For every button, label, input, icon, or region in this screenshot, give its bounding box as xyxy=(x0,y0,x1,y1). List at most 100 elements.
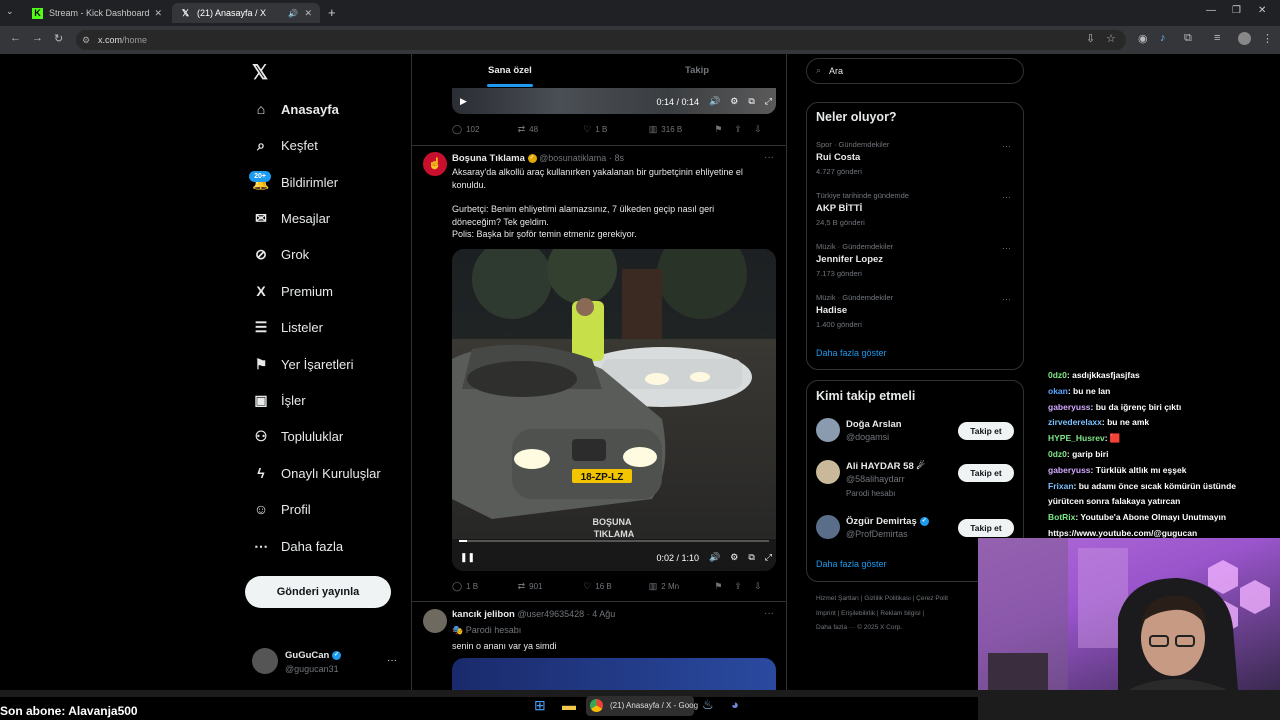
follow-show-more[interactable]: Daha fazla göster xyxy=(816,559,887,569)
tweet-handle[interactable]: @user49635428 xyxy=(517,609,584,619)
volume-icon[interactable]: 🔊 xyxy=(709,552,720,563)
trend-name[interactable]: Hadise xyxy=(816,305,847,316)
post-button[interactable]: Gönderi yayınla xyxy=(245,576,391,608)
tweet-more-icon[interactable]: ··· xyxy=(764,608,774,619)
sidebar-item-7[interactable]: ⚑ Yer İşaretleri xyxy=(252,352,354,376)
sidebar-item-12[interactable]: ⋯ Daha fazla xyxy=(252,534,343,558)
close-icon[interactable]: ✕ xyxy=(154,8,162,19)
sidebar-item-6[interactable]: ☰ Listeler xyxy=(252,315,323,339)
extension-icon[interactable]: ◉ xyxy=(1138,32,1148,45)
tab-for-you[interactable]: Sana özel xyxy=(488,65,532,76)
reload-icon[interactable]: ↻ xyxy=(54,32,63,45)
chat-username[interactable]: zirvederelaxx xyxy=(1048,417,1102,427)
pause-icon[interactable]: ❚❚ xyxy=(460,552,475,563)
sidebar-item-5[interactable]: X Premium xyxy=(252,279,333,303)
minimize-icon[interactable]: — xyxy=(1206,5,1216,16)
site-info-icon[interactable]: ⚙ xyxy=(82,30,90,50)
pip-icon[interactable]: ⧉ xyxy=(748,96,754,107)
trend-more-icon[interactable]: ··· xyxy=(1002,243,1011,253)
x-logo-icon[interactable]: 𝕏 xyxy=(252,60,268,85)
tweet-time[interactable]: · 4 Ağu xyxy=(587,609,616,619)
fullscreen-icon[interactable]: ⤢ xyxy=(765,96,772,107)
tweet-more-icon[interactable]: ··· xyxy=(764,152,774,163)
trends-show-more[interactable]: Daha fazla göster xyxy=(816,348,887,358)
follow-button[interactable]: Takip et xyxy=(958,464,1014,482)
maximize-icon[interactable]: ❐ xyxy=(1232,5,1241,16)
repost-button[interactable]: ⇄ 48 xyxy=(518,124,584,135)
follow-name[interactable]: Özgür Demirtaş ✓ xyxy=(846,516,929,527)
follow-name[interactable]: Ali HAYDAR 58 ☄ xyxy=(846,461,925,472)
footer-links-1[interactable]: Hizmet Şartları | Gizlilik Politikası | … xyxy=(816,595,948,602)
footer-links-2[interactable]: Imprint | Erişilebilirlik | Reklam bilgi… xyxy=(816,610,924,617)
trend-name[interactable]: Rui Costa xyxy=(816,152,860,163)
share-button[interactable]: ⇪ xyxy=(734,581,754,592)
file-explorer-icon[interactable]: ▬ xyxy=(562,697,576,713)
sidebar-item-0[interactable]: ⌂ Anasayfa xyxy=(252,97,339,121)
fullscreen-icon[interactable]: ⤢ xyxy=(765,552,772,563)
follow-avatar[interactable] xyxy=(816,460,840,484)
tab-following[interactable]: Takip xyxy=(685,65,709,76)
bookmark-button[interactable]: ⚑ xyxy=(714,124,734,135)
close-icon[interactable]: ✕ xyxy=(304,8,312,19)
follow-name[interactable]: Doğa Arslan xyxy=(846,419,902,430)
trend-name[interactable]: AKP BİTTİ xyxy=(816,203,862,214)
audio-icon[interactable]: ♪ xyxy=(1160,32,1166,44)
views-button[interactable]: ▥ 316 B xyxy=(649,124,715,135)
follow-avatar[interactable] xyxy=(816,418,840,442)
tab-list-icon[interactable]: ⌄ xyxy=(6,6,14,17)
profile-avatar[interactable] xyxy=(1238,32,1251,45)
pip-icon[interactable]: ⧉ xyxy=(748,552,754,563)
tweet-avatar[interactable] xyxy=(423,609,447,633)
follow-avatar[interactable] xyxy=(816,515,840,539)
steam-icon[interactable]: ♨ xyxy=(702,697,714,713)
like-button[interactable]: ♡ 16 B xyxy=(583,581,649,592)
chat-username[interactable]: BotRix xyxy=(1048,512,1075,522)
reply-button[interactable]: ◯ 1 B xyxy=(452,581,518,592)
account-name[interactable]: GuGuCan ✓ xyxy=(285,650,341,661)
kebab-icon[interactable]: ⋮ xyxy=(1262,32,1273,45)
tweet-media[interactable] xyxy=(452,658,776,690)
discord-icon[interactable]: ◕ xyxy=(731,697,739,712)
download-button[interactable]: ⇩ xyxy=(754,581,774,592)
sidebar-item-3[interactable]: ✉ Mesajlar xyxy=(252,206,330,230)
tweet-time[interactable]: · 8s xyxy=(609,153,624,163)
chat-username[interactable]: gaberyuss xyxy=(1048,402,1091,412)
account-avatar[interactable] xyxy=(252,648,278,674)
chat-username[interactable]: HYPE_Husrev xyxy=(1048,433,1105,443)
back-icon[interactable]: ← xyxy=(10,32,21,44)
window-close-icon[interactable]: ✕ xyxy=(1258,5,1266,16)
like-button[interactable]: ♡ 1 B xyxy=(583,124,649,135)
tweet-video[interactable]: 18-ZP-LZ BOŞUNA TIKLAMA xyxy=(452,249,776,571)
url-input[interactable]: ⚙ x.com/home xyxy=(76,30,1126,50)
tab-kick-dashboard[interactable]: K Stream - Kick Dashboard ✕ xyxy=(24,3,170,23)
tweet-author[interactable]: kancık jelibon xyxy=(452,609,515,620)
sidebar-item-1[interactable]: ⌕ Keşfet xyxy=(252,133,318,157)
chat-username[interactable]: gaberyuss xyxy=(1048,465,1091,475)
reply-button[interactable]: ◯ 102 xyxy=(452,124,518,135)
sidebar-item-10[interactable]: ϟ Onaylı Kuruluşlar xyxy=(252,461,380,485)
menu-lines-icon[interactable]: ≡ xyxy=(1214,32,1220,44)
sidebar-item-11[interactable]: ☺ Profil xyxy=(252,497,311,521)
repost-button[interactable]: ⇄ 901 xyxy=(518,581,584,592)
tweet-handle[interactable]: @bosunatiklama xyxy=(539,153,606,163)
settings-icon[interactable]: ⚙ xyxy=(730,96,738,107)
tab-x-home[interactable]: 𝕏 (21) Anasayfa / X 🔊 ✕ xyxy=(172,3,320,23)
trend-name[interactable]: Jennifer Lopez xyxy=(816,254,883,265)
chat-username[interactable]: okan xyxy=(1048,386,1068,396)
settings-icon[interactable]: ⚙ xyxy=(730,552,738,563)
share-button[interactable]: ⇪ xyxy=(734,124,754,135)
follow-button[interactable]: Takip et xyxy=(958,519,1014,537)
forward-icon[interactable]: → xyxy=(32,32,43,44)
chat-username[interactable]: 0dz0 xyxy=(1048,370,1067,380)
search-input[interactable]: ⌕ Ara xyxy=(806,58,1024,84)
new-tab-button[interactable]: + xyxy=(328,5,336,20)
install-icon[interactable]: ⇩ xyxy=(1086,32,1095,45)
star-icon[interactable]: ☆ xyxy=(1106,32,1116,45)
trend-more-icon[interactable]: ··· xyxy=(1002,141,1011,151)
trend-more-icon[interactable]: ··· xyxy=(1002,192,1011,202)
sidebar-item-4[interactable]: ⊘ Grok xyxy=(252,242,309,266)
trend-more-icon[interactable]: ··· xyxy=(1002,294,1011,304)
video-progress-track[interactable] xyxy=(459,540,769,542)
tweet-author[interactable]: Boşuna Tıklama xyxy=(452,153,525,164)
taskbar-chrome-button[interactable]: (21) Anasayfa / X - Goog xyxy=(586,696,698,716)
